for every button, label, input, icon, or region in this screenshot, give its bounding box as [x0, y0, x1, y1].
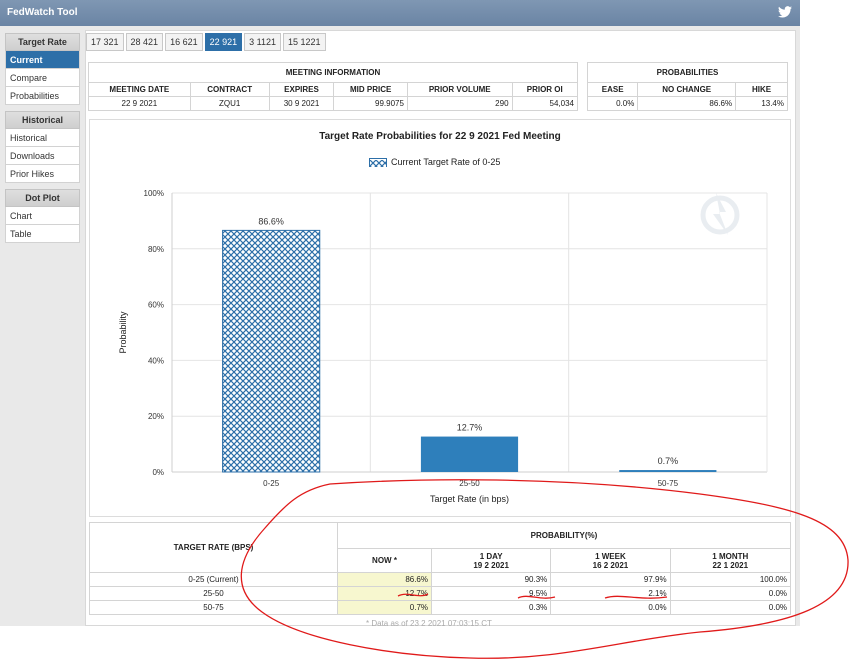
col-mid-price: MID PRICE: [333, 82, 408, 97]
col-now: NOW *: [337, 548, 432, 573]
col-contract: CONTRACT: [189, 82, 270, 97]
one-day-cell: 9.5%: [430, 586, 552, 601]
tab-meeting-3[interactable]: 16 621: [165, 33, 203, 51]
bar-value-label: 0.7%: [658, 456, 679, 466]
bar-value-label: 86.6%: [258, 216, 284, 226]
twitter-icon[interactable]: [778, 5, 792, 19]
tab-meeting-2[interactable]: 28 421: [125, 33, 164, 51]
prior-volume-value: 290: [406, 96, 513, 111]
hike-value: 13.4%: [735, 96, 788, 111]
col-hike: HIKE: [735, 82, 788, 97]
col-meeting-date: MEETING DATE: [88, 82, 191, 97]
sidebar-header-dot-plot: Dot Plot: [5, 189, 80, 207]
one-month-cell: 100.0%: [669, 572, 792, 587]
x-axis-title: Target Rate (in bps): [430, 494, 509, 504]
col-1-week: 1 WEEK 16 2 2021: [550, 548, 671, 573]
probabilities-summary-table: PROBABILITIES EASE NO CHANGE HIKE 0.0% 8…: [586, 62, 788, 111]
target-rate-header: TARGET RATE (BPS): [89, 522, 338, 573]
tab-meeting-1[interactable]: 17 321: [86, 33, 124, 51]
sidebar-item-table[interactable]: Table: [5, 225, 80, 243]
y-tick-label: 0%: [152, 468, 164, 477]
legend-swatch: [369, 157, 387, 167]
x-tick-label: 25-50: [459, 479, 480, 488]
ease-value: 0.0%: [586, 96, 639, 111]
sidebar-item-probabilities[interactable]: Probabilities: [5, 87, 80, 105]
bar: [619, 470, 717, 472]
sidebar-item-current[interactable]: Current: [5, 51, 80, 69]
data-timestamp-note: * Data as of 23 2 2021 07:03:15 CT: [366, 619, 492, 628]
table-row: 0-25 (Current) 86.6% 90.3% 97.9% 100.0%: [89, 572, 792, 587]
one-month-cell: 0.0%: [669, 600, 792, 615]
one-week-cell: 0.0%: [550, 600, 671, 615]
meeting-date-value: 22 9 2021: [88, 96, 191, 111]
sidebar-header-target-rate: Target Rate: [5, 33, 80, 51]
sidebar-item-downloads[interactable]: Downloads: [5, 147, 80, 165]
one-week-cell: 97.9%: [550, 572, 671, 587]
app-frame: Target Rate Current Compare Probabilitie…: [0, 26, 800, 628]
y-tick-label: 20%: [148, 412, 164, 421]
tab-meeting-5[interactable]: 3 1121: [244, 33, 281, 51]
prior-oi-value: 54,034: [511, 96, 579, 111]
y-axis-title: Probability: [118, 311, 128, 354]
tab-meeting-4[interactable]: 22 921: [204, 33, 243, 51]
rate-cell: 0-25 (Current): [89, 572, 338, 587]
contract-value: ZQU1: [189, 96, 270, 111]
chart-container: 0% 20% 40% 60% 80% 100% 86.6% 0-25 12.7% 25-50 0.7…: [89, 119, 791, 517]
expires-value: 30 9 2021: [268, 96, 335, 111]
col-1-day: 1 DAY 19 2 2021: [430, 548, 552, 573]
y-tick-label: 100%: [144, 189, 164, 198]
rate-cell: 25-50: [89, 586, 338, 601]
sidebar: Target Rate Current Compare Probabilitie…: [5, 33, 80, 243]
bar-value-label: 12.7%: [457, 423, 483, 433]
chart-svg: 0% 20% 40% 60% 80% 100% 86.6% 0-25 12.7% 25-50 0.7…: [118, 189, 768, 504]
col-prior-oi: PRIOR OI: [511, 82, 579, 97]
title-bar: FedWatch Tool: [0, 0, 800, 26]
meeting-info-header: MEETING INFORMATION: [88, 62, 578, 83]
y-tick-label: 80%: [148, 245, 164, 254]
col-ease: EASE: [586, 82, 639, 97]
y-tick-label: 60%: [148, 301, 164, 310]
rate-cell: 50-75: [89, 600, 338, 615]
col-1-month: 1 MONTH 22 1 2021: [669, 548, 792, 573]
one-month-cell: 0.0%: [669, 586, 792, 601]
table-row: 25-50 12.7% 9.5% 2.1% 0.0%: [89, 586, 792, 601]
col-no-change: NO CHANGE: [637, 82, 737, 97]
mid-price-value: 99.9075: [333, 96, 408, 111]
col-expires: EXPIRES: [268, 82, 335, 97]
meeting-info-table: MEETING INFORMATION MEETING DATE CONTRAC…: [88, 62, 579, 111]
x-tick-label: 50-75: [658, 479, 679, 488]
col-prior-volume: PRIOR VOLUME: [406, 82, 513, 97]
sidebar-item-compare[interactable]: Compare: [5, 69, 80, 87]
sidebar-item-prior-hikes[interactable]: Prior Hikes: [5, 165, 80, 183]
main-panel: 17 321 28 421 16 621 22 921 3 1121 15 12…: [85, 30, 796, 628]
sidebar-item-historical[interactable]: Historical: [5, 129, 80, 147]
probability-table: TARGET RATE (BPS) PROBABILITY(%) NOW * 1…: [89, 522, 792, 615]
app-title: FedWatch Tool: [7, 7, 78, 18]
no-change-value: 86.6%: [637, 96, 737, 111]
now-cell: 86.6%: [337, 572, 432, 587]
probability-group-header: PROBABILITY(%): [337, 522, 791, 549]
bar: [420, 436, 519, 472]
cme-watermark-icon: [700, 193, 740, 235]
x-tick-label: 0-25: [263, 479, 280, 488]
sidebar-item-chart[interactable]: Chart: [5, 207, 80, 225]
one-day-cell: 0.3%: [430, 600, 552, 615]
now-cell: 0.7%: [337, 600, 432, 615]
chart-legend[interactable]: Current Target Rate of 0-25: [369, 157, 500, 167]
sidebar-header-historical: Historical: [5, 111, 80, 129]
legend-label: Current Target Rate of 0-25: [391, 157, 501, 167]
one-week-cell: 2.1%: [550, 586, 671, 601]
now-cell: 12.7%: [337, 586, 432, 601]
probabilities-header: PROBABILITIES: [587, 62, 788, 83]
tab-meeting-6[interactable]: 15 1221: [282, 33, 326, 51]
meeting-tabs: 17 321 28 421 16 621 22 921 3 1121 15 12…: [86, 33, 328, 53]
one-day-cell: 90.3%: [430, 572, 552, 587]
table-row: 50-75 0.7% 0.3% 0.0% 0.0%: [89, 600, 792, 615]
chart-title: Target Rate Probabilities for 22 9 2021 …: [319, 131, 561, 142]
bar: [222, 229, 321, 473]
y-tick-label: 40%: [148, 356, 164, 365]
